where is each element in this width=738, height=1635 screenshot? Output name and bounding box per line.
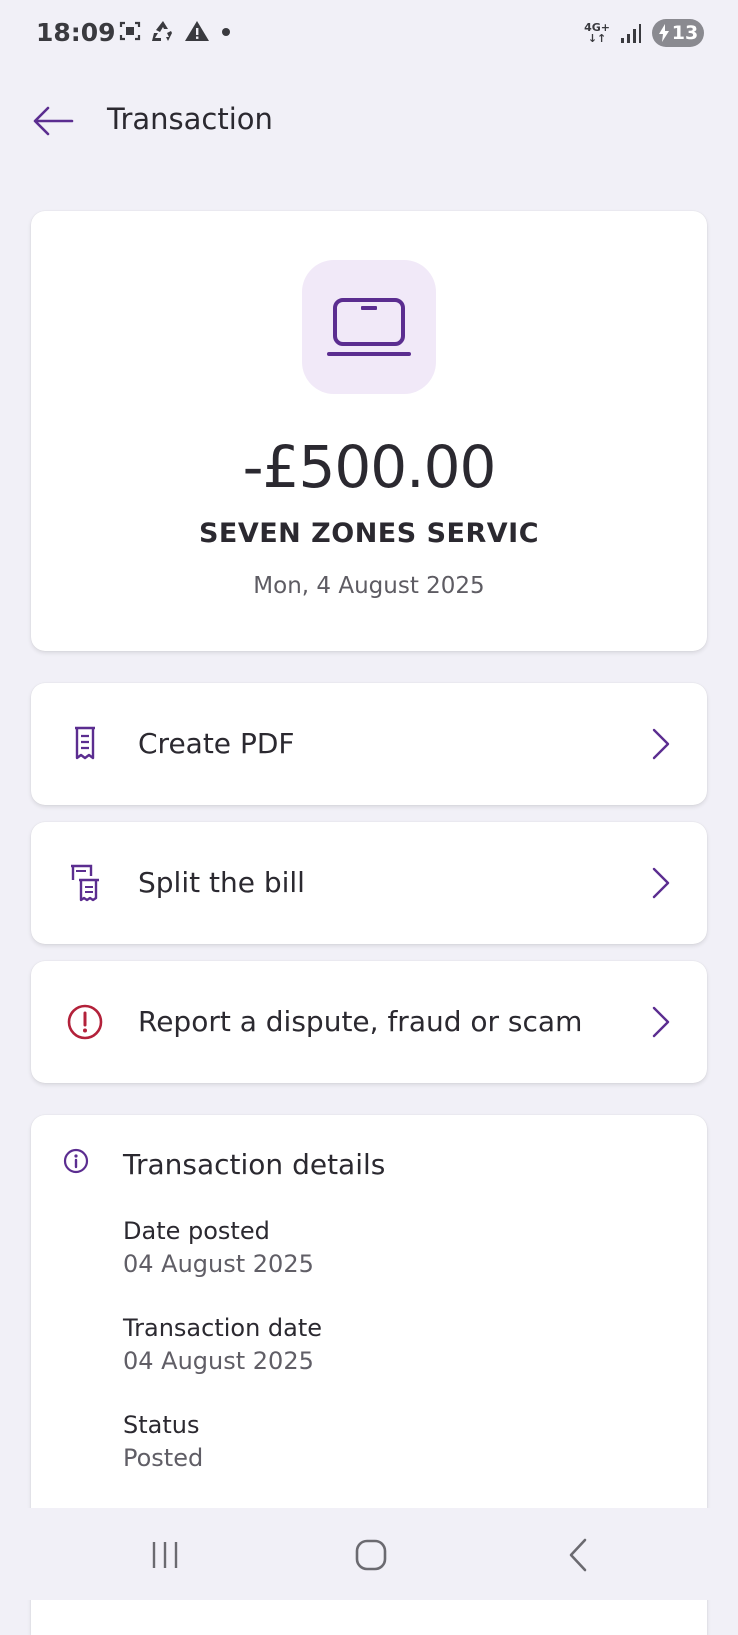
screenshot-icon — [119, 21, 141, 41]
transaction-summary-card: -£500.00 SEVEN ZONES SERVIC Mon, 4 Augus… — [31, 211, 707, 651]
bolt-icon — [658, 24, 669, 42]
merchant-name: SEVEN ZONES SERVIC — [198, 518, 540, 549]
create-pdf-label: Create PDF — [138, 727, 295, 760]
status-time: 18:09 — [36, 18, 116, 47]
dot-icon — [222, 28, 230, 36]
warning-icon — [185, 21, 209, 41]
info-icon — [63, 1148, 89, 1174]
detail-value: 04 August 2025 — [123, 1250, 314, 1278]
detail-label: Transaction date — [123, 1314, 323, 1342]
laptop-icon — [327, 298, 411, 356]
receipt-icon — [65, 724, 105, 764]
status-icons-left — [118, 19, 234, 43]
chevron-right-icon — [652, 1006, 670, 1038]
page-title: Transaction — [107, 102, 273, 136]
detail-row-transaction-date: Transaction date 04 August 2025 — [123, 1312, 322, 1378]
back-icon — [569, 1538, 587, 1572]
app-bar: Transaction — [0, 80, 738, 160]
arrow-left-icon — [33, 106, 74, 136]
back-button[interactable] — [28, 96, 78, 146]
recent-apps-button[interactable] — [135, 1532, 195, 1578]
status-icons-right: 4G+ ↓↑ 13 — [584, 19, 704, 47]
report-dispute-button[interactable]: Report a dispute, fraud or scam — [31, 961, 707, 1083]
details-title: Transaction details — [123, 1148, 386, 1181]
system-nav-bar — [0, 1508, 738, 1600]
chevron-right-icon — [652, 867, 670, 899]
transaction-date: Mon, 4 August 2025 — [253, 573, 485, 599]
detail-label: Date posted — [123, 1217, 270, 1245]
split-bill-label: Split the bill — [138, 866, 305, 899]
transaction-amount: -£500.00 — [242, 433, 497, 501]
merchant-category-tile — [302, 260, 436, 394]
detail-row-status: Status Posted — [123, 1409, 203, 1475]
detail-value: 04 August 2025 — [123, 1347, 314, 1375]
home-button[interactable] — [341, 1532, 401, 1578]
chevron-right-icon — [652, 728, 670, 760]
split-bill-button[interactable]: Split the bill — [31, 822, 707, 944]
home-icon — [355, 1539, 387, 1571]
detail-row-date-posted: Date posted 04 August 2025 — [123, 1215, 314, 1281]
battery-level: 13 — [671, 22, 699, 44]
battery-charging-icon: 13 — [652, 19, 704, 47]
detail-label: Status — [123, 1411, 200, 1439]
recent-apps-icon — [152, 1542, 178, 1568]
status-bar: 18:09 4G+ ↓↑ 13 — [0, 0, 738, 70]
detail-value: Posted — [123, 1444, 204, 1472]
system-back-button[interactable] — [548, 1532, 608, 1578]
signal-icon — [621, 24, 641, 43]
recycle-icon — [152, 21, 172, 41]
split-receipt-icon — [65, 863, 105, 903]
create-pdf-button[interactable]: Create PDF — [31, 683, 707, 805]
report-dispute-label: Report a dispute, fraud or scam — [138, 1005, 583, 1038]
alert-circle-icon — [65, 1002, 105, 1042]
network-icon: 4G+ ↓↑ — [584, 21, 610, 45]
